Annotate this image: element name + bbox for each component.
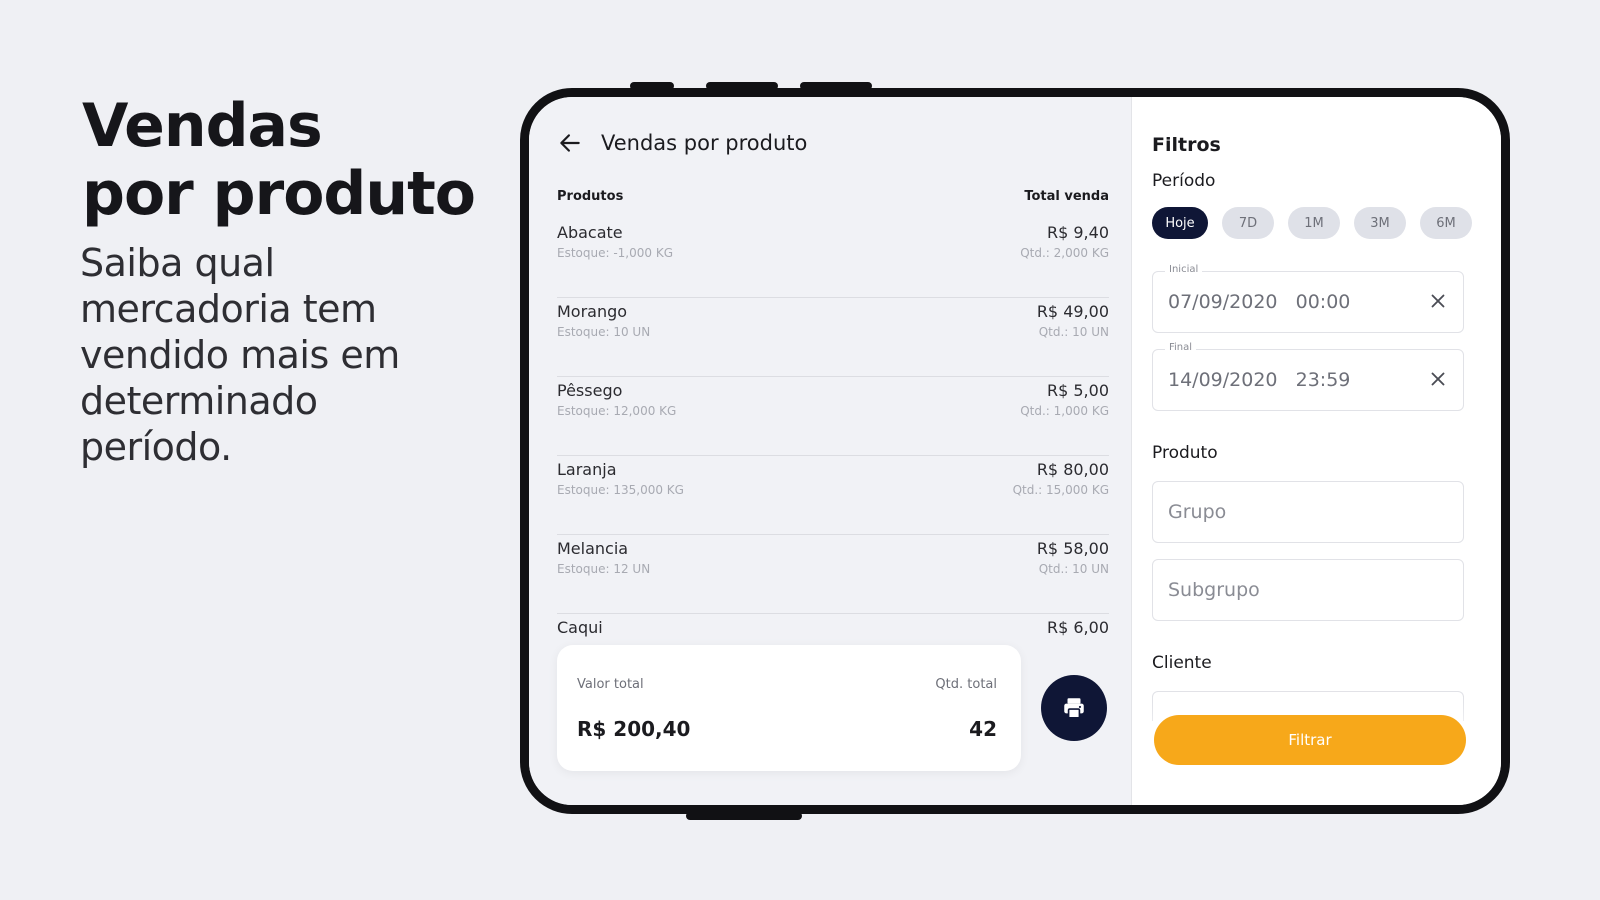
product-stock: Estoque: 10 UN: [557, 325, 651, 339]
totals-card: Valor total Qtd. total R$ 200,40 42: [557, 645, 1021, 771]
product-qty: Qtd.: 1,000 KG: [1020, 404, 1109, 418]
list-item[interactable]: Pêssego Estoque: 12,000 KG R$ 5,00 Qtd.:…: [557, 377, 1109, 456]
end-date-label: Final: [1165, 342, 1197, 353]
product-name: Melancia: [557, 539, 629, 558]
period-label: Período: [1152, 171, 1216, 191]
product-name: Caqui: [557, 618, 603, 637]
tablet-frame: Vendas por produto Produtos Total venda …: [520, 88, 1510, 814]
product-qty: Qtd.: 10 UN: [1038, 562, 1109, 576]
product-total: R$ 6,00: [1046, 618, 1109, 637]
end-date-field[interactable]: Final 14/09/2020 23:59: [1152, 342, 1464, 411]
clear-icon[interactable]: [1427, 290, 1449, 312]
page-title: Vendas por produto: [601, 131, 808, 155]
period-chips: Hoje 7D 1M 3M 6M: [1152, 207, 1472, 239]
chip-7d[interactable]: 7D: [1222, 207, 1274, 239]
client-section-label: Cliente: [1152, 653, 1212, 673]
product-qty: Qtd.: 10 UN: [1038, 325, 1109, 339]
total-value: R$ 200,40: [577, 717, 691, 741]
chip-3m[interactable]: 3M: [1354, 207, 1406, 239]
hero-subtitle: Saiba qual mercadoria tem vendido mais e…: [80, 241, 400, 469]
start-date-value: 07/09/2020 00:00: [1168, 291, 1351, 313]
product-name: Pêssego: [557, 381, 623, 400]
printer-icon: [1064, 698, 1084, 719]
chip-6m[interactable]: 6M: [1420, 207, 1472, 239]
product-total: R$ 9,40: [1046, 223, 1109, 242]
filters-panel: Filtros Período Hoje 7D 1M 3M 6M Inicial…: [1131, 97, 1501, 805]
arrow-left-icon[interactable]: [557, 130, 583, 156]
product-stock: Estoque: 12,000 KG: [557, 404, 677, 418]
table-header: Produtos Total venda: [557, 189, 1109, 204]
product-stock: Estoque: -1,000 KG: [557, 246, 674, 260]
end-date-value: 14/09/2020 23:59: [1168, 369, 1351, 391]
product-name: Morango: [557, 302, 628, 321]
product-qty: Qtd.: 2,000 KG: [1020, 246, 1109, 260]
product-qty: Qtd.: 15,000 KG: [1012, 483, 1109, 497]
product-name: Laranja: [557, 460, 617, 479]
column-products: Produtos: [557, 189, 624, 204]
clear-icon[interactable]: [1427, 368, 1449, 390]
product-stock: Estoque: 12 UN: [557, 562, 651, 576]
app-bar: Vendas por produto: [557, 130, 807, 156]
subgroup-field[interactable]: [1152, 559, 1464, 621]
product-stock: Estoque: 135,000 KG: [557, 483, 684, 497]
product-name: Abacate: [557, 223, 623, 242]
list-item[interactable]: Abacate Estoque: -1,000 KG R$ 9,40 Qtd.:…: [557, 219, 1109, 298]
product-total: R$ 58,00: [1036, 539, 1109, 558]
start-date-field[interactable]: Inicial 07/09/2020 00:00: [1152, 264, 1464, 333]
group-input[interactable]: [1153, 482, 1463, 542]
hero-title: Vendas por produto: [82, 91, 476, 229]
list-item[interactable]: Laranja Estoque: 135,000 KG R$ 80,00 Qtd…: [557, 456, 1109, 535]
print-button[interactable]: [1041, 675, 1107, 741]
total-value-label: Valor total: [577, 677, 644, 692]
chip-1m[interactable]: 1M: [1288, 207, 1340, 239]
filters-title: Filtros: [1152, 134, 1221, 156]
product-total: R$ 49,00: [1036, 302, 1109, 321]
product-total: R$ 5,00: [1046, 381, 1109, 400]
product-list: Abacate Estoque: -1,000 KG R$ 9,40 Qtd.:…: [557, 219, 1109, 693]
total-qty: 42: [969, 717, 997, 741]
list-item[interactable]: Melancia Estoque: 12 UN R$ 58,00 Qtd.: 1…: [557, 535, 1109, 614]
total-qty-label: Qtd. total: [935, 677, 997, 692]
subgroup-input[interactable]: [1153, 560, 1463, 620]
product-section-label: Produto: [1152, 443, 1218, 463]
product-total: R$ 80,00: [1036, 460, 1109, 479]
group-field[interactable]: [1152, 481, 1464, 543]
filter-button[interactable]: Filtrar: [1154, 715, 1466, 765]
column-total-sales: Total venda: [1024, 189, 1109, 204]
sales-list-pane: Vendas por produto Produtos Total venda …: [529, 97, 1131, 805]
list-item[interactable]: Morango Estoque: 10 UN R$ 49,00 Qtd.: 10…: [557, 298, 1109, 377]
chip-today[interactable]: Hoje: [1152, 207, 1208, 239]
start-date-label: Inicial: [1165, 264, 1203, 275]
